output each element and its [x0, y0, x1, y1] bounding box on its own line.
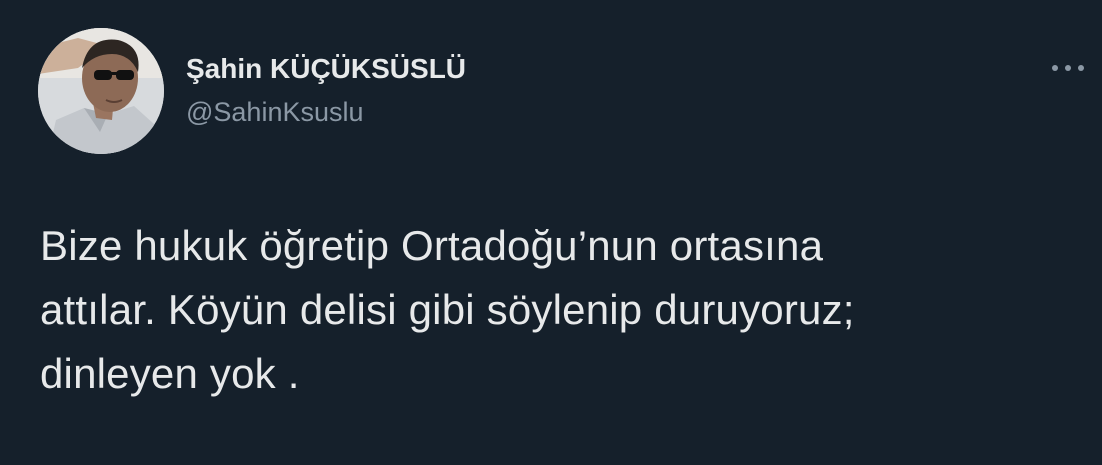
tweet-card: Şahin KÜÇÜKSÜSLÜ @SahinKsuslu Bize hukuk…	[0, 0, 1102, 465]
author-display-name[interactable]: Şahin KÜÇÜKSÜSLÜ	[186, 52, 466, 86]
author-info: Şahin KÜÇÜKSÜSLÜ @SahinKsuslu	[186, 52, 466, 128]
avatar-photo	[38, 28, 164, 154]
avatar[interactable]	[38, 28, 164, 154]
author-handle[interactable]: @SahinKsuslu	[186, 96, 466, 128]
tweet-text: Bize hukuk öğretip Ortadoğu’nun ortasına…	[40, 222, 855, 397]
more-options-button[interactable]	[1046, 54, 1090, 82]
more-horizontal-icon	[1052, 65, 1084, 71]
